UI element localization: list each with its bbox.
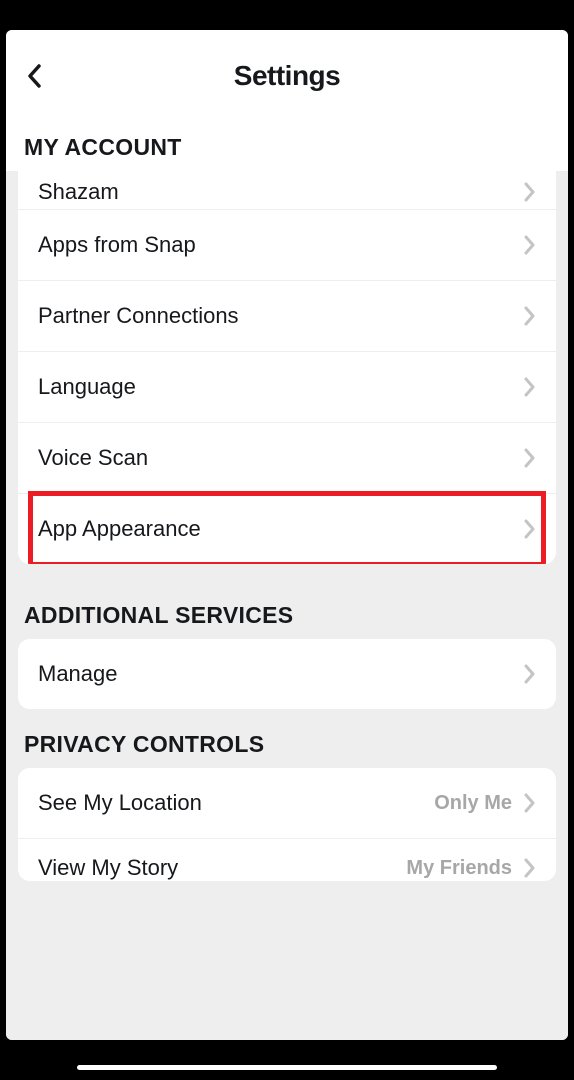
- back-icon: [27, 64, 41, 88]
- row-label: Shazam: [38, 179, 119, 205]
- row-label: Voice Scan: [38, 445, 148, 471]
- section-header-additional-services: ADDITIONAL SERVICES: [6, 564, 568, 639]
- row-label: Language: [38, 374, 136, 400]
- row-label: See My Location: [38, 790, 202, 816]
- row-label: Partner Connections: [38, 303, 239, 329]
- page-title: Settings: [234, 60, 340, 92]
- settings-row-voice-scan[interactable]: Voice Scan: [18, 423, 556, 494]
- settings-row-partner-connections[interactable]: Partner Connections: [18, 281, 556, 352]
- chevron-right-icon: [524, 858, 536, 878]
- header: Settings: [6, 30, 568, 104]
- home-indicator[interactable]: [77, 1065, 497, 1070]
- chevron-right-icon: [524, 306, 536, 326]
- chevron-right-icon: [524, 448, 536, 468]
- settings-row-language[interactable]: Language: [18, 352, 556, 423]
- chevron-right-icon: [524, 235, 536, 255]
- chevron-right-icon: [524, 664, 536, 684]
- row-label: App Appearance: [38, 516, 201, 542]
- row-label: View My Story: [38, 855, 178, 881]
- settings-row-manage[interactable]: Manage: [18, 639, 556, 709]
- row-label: Apps from Snap: [38, 232, 196, 258]
- content-area: Shazam Apps from Snap Partner Connection…: [6, 171, 568, 1040]
- chevron-right-icon: [524, 519, 536, 539]
- chevron-right-icon: [524, 377, 536, 397]
- chevron-right-icon: [524, 793, 536, 813]
- chevron-right-icon: [524, 182, 536, 202]
- settings-screen: Settings MY ACCOUNT Shazam Apps from Sna…: [6, 30, 568, 1040]
- row-value: My Friends: [406, 857, 512, 880]
- settings-row-view-my-story[interactable]: View My Story My Friends: [18, 839, 556, 881]
- additional-services-list: Manage: [18, 639, 556, 709]
- settings-row-see-my-location[interactable]: See My Location Only Me: [18, 768, 556, 839]
- my-account-list: Shazam Apps from Snap Partner Connection…: [18, 171, 556, 564]
- row-value: Only Me: [434, 792, 512, 815]
- settings-row-shazam[interactable]: Shazam: [18, 171, 556, 210]
- row-label: Manage: [38, 661, 118, 687]
- section-header-privacy-controls: PRIVACY CONTROLS: [6, 709, 568, 768]
- section-header-my-account: MY ACCOUNT: [6, 104, 568, 171]
- settings-row-app-appearance[interactable]: App Appearance: [18, 494, 556, 564]
- settings-row-apps-from-snap[interactable]: Apps from Snap: [18, 210, 556, 281]
- back-button[interactable]: [20, 62, 48, 90]
- privacy-controls-list: See My Location Only Me View My Story My…: [18, 768, 556, 881]
